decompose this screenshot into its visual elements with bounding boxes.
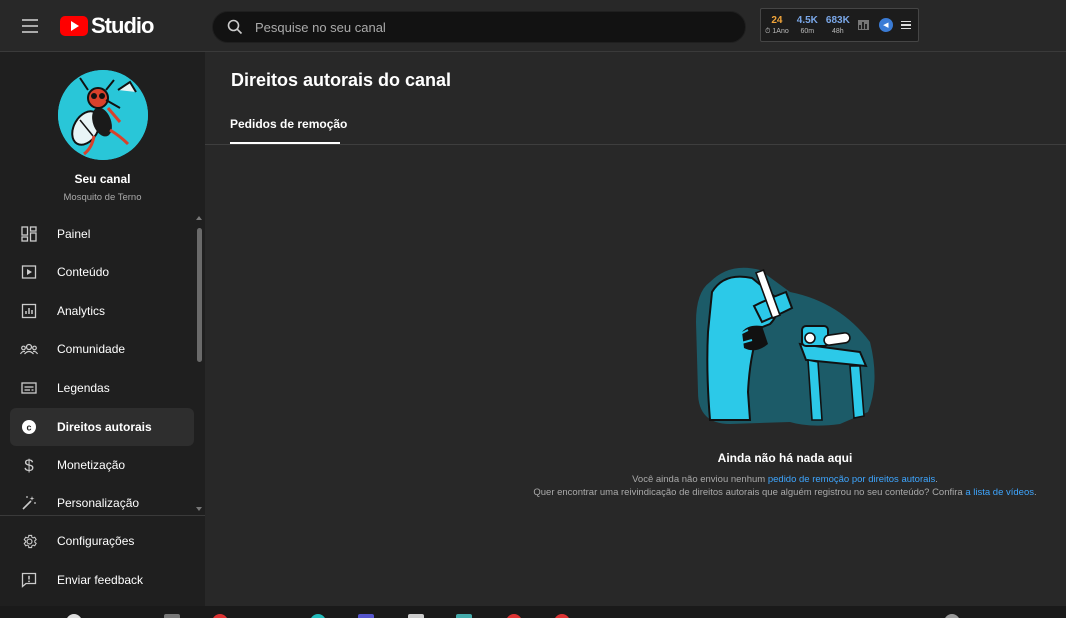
content-icon (20, 263, 38, 281)
svg-text:c: c (26, 422, 31, 432)
taskbar-app-icon[interactable] (554, 614, 570, 618)
empty-state-title: Ainda não há nada aqui (717, 451, 853, 465)
taskbar-app-icon[interactable] (164, 614, 180, 618)
gear-icon (20, 532, 38, 550)
sidebar-item-configuracoes[interactable]: Configurações (10, 522, 194, 560)
sidebar-item-conteudo[interactable]: Conteúdo (10, 253, 194, 291)
stat-value: 683K (825, 14, 850, 26)
sidebar-item-label: Painel (57, 227, 91, 241)
sidebar-item-painel[interactable]: Painel (10, 215, 194, 253)
studio-logo[interactable]: Studio (60, 13, 154, 39)
empty-line1-prefix: Você ainda não enviou nenhum (632, 474, 768, 485)
taskbar-app-icon[interactable] (212, 614, 228, 618)
hamburger-menu-icon[interactable] (18, 14, 42, 38)
search-icon (227, 19, 243, 35)
stat-value: 4.5K (796, 14, 818, 26)
sidebar-item-monetizacao[interactable]: $ Monetização (10, 446, 194, 484)
top-bar: Studio 24 ⏱ 1Ano 4.5K 60m 683K 48h ◀ (0, 0, 1066, 52)
dashboard-icon (20, 225, 38, 243)
sidebar-item-comunidade[interactable]: Comunidade (10, 330, 194, 368)
stat-label: 60m (800, 27, 815, 35)
video-list-link[interactable]: a lista de vídeos (965, 487, 1034, 498)
stat-views-48h: 683K 48h (825, 14, 850, 35)
scroll-up-arrow-icon[interactable] (196, 216, 202, 220)
stat-views-60m: 4.5K 60m (796, 14, 818, 35)
taskbar-app-icon[interactable] (310, 614, 326, 618)
stat-subscribers-year: 24 ⏱ 1Ano (765, 14, 789, 35)
empty-state-line2: Quer encontrar uma reivindicação de dire… (205, 487, 1066, 498)
takedown-request-link[interactable]: pedido de remoção por direitos autorais (768, 474, 935, 485)
extension-menu-icon[interactable] (900, 20, 911, 30)
sidebar-item-label: Conteúdo (57, 265, 110, 279)
analytics-icon (20, 302, 38, 320)
sidebar-item-label: Legendas (57, 381, 110, 395)
scroll-down-arrow-icon[interactable] (196, 507, 202, 511)
sidebar-item-label: Analytics (57, 304, 106, 318)
bar-chart-icon[interactable] (857, 20, 869, 30)
sidebar: Seu canal Mosquito de Terno Painel Conte… (0, 52, 205, 608)
sidebar-item-label: Comunidade (57, 342, 126, 356)
magic-wand-icon (20, 494, 38, 512)
empty-state-line1: Você ainda não enviou nenhum pedido de r… (205, 474, 1066, 485)
sidebar-item-label: Configurações (57, 534, 135, 548)
tabs-divider (205, 144, 1066, 145)
taskbar-app-icon[interactable] (358, 614, 374, 618)
taskbar-tray-icon[interactable] (944, 614, 960, 618)
sidebar-item-label: Enviar feedback (57, 573, 144, 587)
sidebar-item-personalizacao[interactable]: Personalização (10, 484, 194, 522)
extension-stats-widget[interactable]: 24 ⏱ 1Ano 4.5K 60m 683K 48h ◀ (760, 8, 919, 42)
stat-value: 24 (771, 14, 783, 26)
taskbar-app-icon[interactable] (66, 614, 82, 618)
search-bar[interactable] (212, 11, 746, 43)
empty-state-illustration (690, 262, 880, 432)
community-icon (20, 340, 38, 358)
page-title: Direitos autorais do canal (231, 70, 452, 90)
sidebar-item-label: Monetização (57, 458, 126, 472)
channel-title: Seu canal (74, 172, 131, 186)
empty-line2-prefix: Quer encontrar uma reivindicação de dire… (533, 487, 966, 498)
taskbar-app-icon[interactable] (506, 614, 522, 618)
feedback-icon (20, 571, 38, 589)
stat-label: ⏱ 1Ano (765, 27, 789, 35)
svg-text:$: $ (24, 456, 34, 474)
channel-avatar[interactable] (58, 70, 148, 160)
mosquito-avatar-icon (58, 70, 148, 160)
dollar-icon: $ (20, 456, 38, 474)
search-input[interactable] (255, 19, 725, 35)
sidebar-item-analytics[interactable]: Analytics (10, 292, 194, 330)
empty-line2-suffix: . (1034, 487, 1037, 498)
sidebar-item-label: Personalização (57, 496, 140, 510)
sidebar-scrollbar[interactable] (197, 228, 202, 362)
os-taskbar (0, 606, 1066, 618)
copyright-icon: c (20, 418, 38, 436)
stat-label: 48h (832, 27, 844, 35)
sidebar-item-label: Direitos autorais (57, 420, 152, 434)
youtube-logo-icon (60, 16, 88, 36)
sidebar-item-legendas[interactable]: Legendas (10, 369, 194, 407)
sidebar-item-enviar-feedback[interactable]: Enviar feedback (10, 561, 194, 599)
person-microscope-icon (696, 267, 875, 426)
tab-pedidos-de-remocao[interactable]: Pedidos de remoção (230, 117, 347, 131)
extension-logo-icon[interactable]: ◀ (878, 18, 893, 32)
logo-text: Studio (91, 13, 154, 38)
taskbar-app-icon[interactable] (456, 614, 472, 618)
sidebar-item-direitos-autorais[interactable]: c Direitos autorais (10, 408, 194, 446)
channel-name: Mosquito de Terno (63, 192, 142, 203)
taskbar-app-icon[interactable] (408, 614, 424, 618)
empty-line1-suffix: . (935, 474, 938, 485)
sidebar-divider (0, 515, 205, 516)
subtitles-icon (20, 379, 38, 397)
